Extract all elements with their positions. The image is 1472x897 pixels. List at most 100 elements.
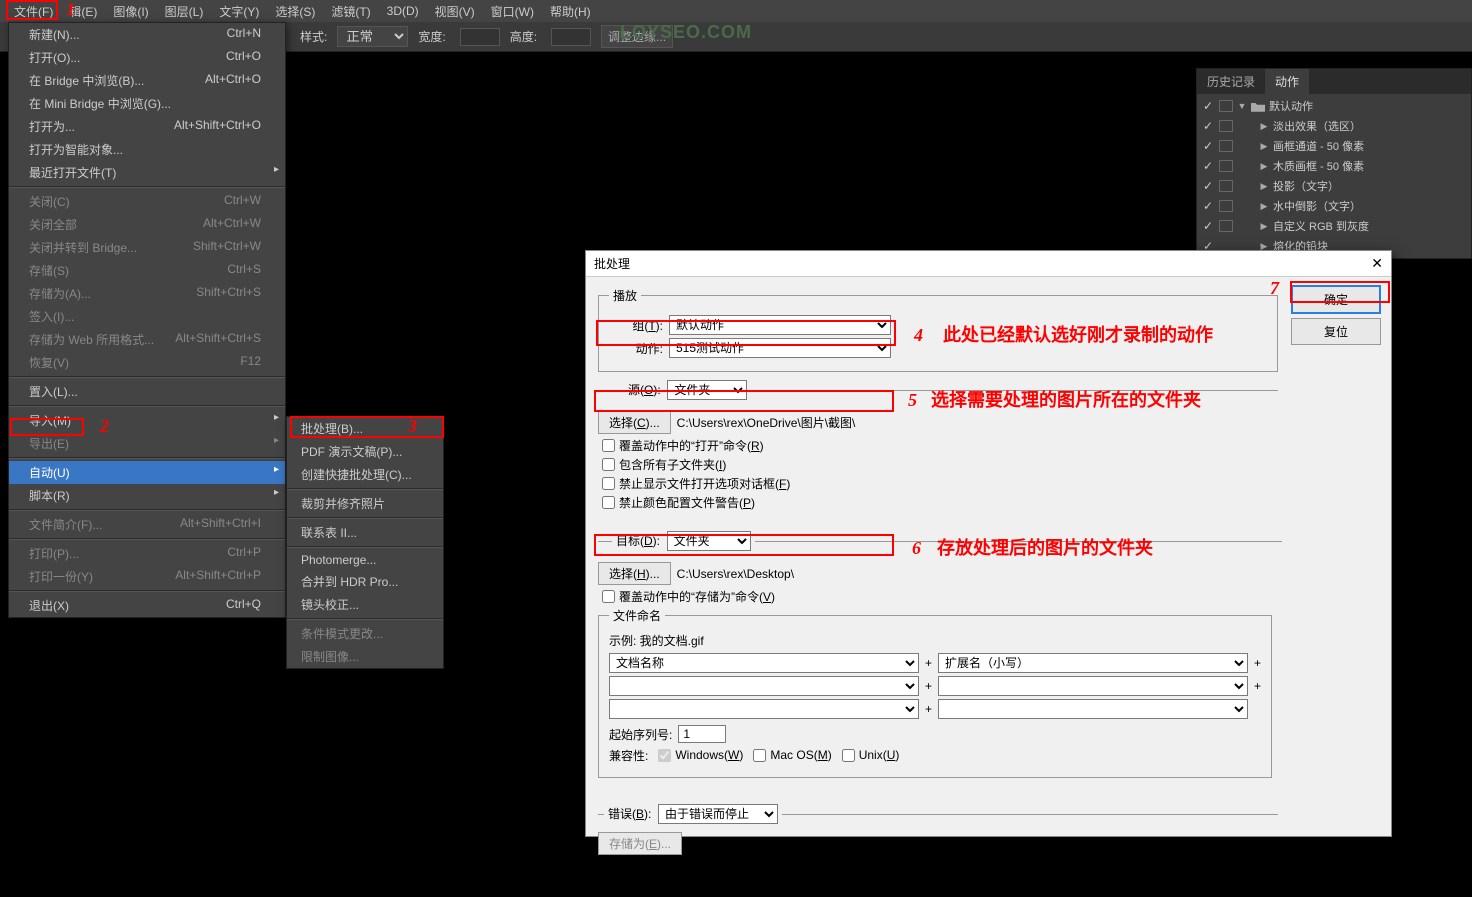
saveas-log-button: 存储为(E)...	[598, 832, 682, 855]
naming-field-1[interactable]: 文档名称	[609, 653, 919, 673]
ok-button[interactable]: 确定	[1291, 285, 1381, 314]
choose-source-button[interactable]: 选择(C)...	[598, 411, 671, 434]
sm-hdr[interactable]: 合并到 HDR Pro...	[287, 570, 443, 593]
action-select[interactable]: 515测试动作	[669, 338, 891, 358]
check-icon: ✓	[1201, 139, 1215, 153]
mi-place[interactable]: 置入(L)...	[9, 380, 285, 403]
mi-openas[interactable]: 打开为...Alt+Shift+Ctrl+O	[9, 115, 285, 138]
sm-lens[interactable]: 镜头校正...	[287, 593, 443, 616]
disclosure-icon[interactable]: ▶	[1259, 121, 1269, 132]
set-select[interactable]: 默认动作	[669, 315, 891, 335]
disclosure-icon[interactable]: ▶	[1259, 181, 1269, 192]
choose-dest-button[interactable]: 选择(H)...	[598, 562, 671, 585]
cb-macos[interactable]: Mac OS(M)	[753, 748, 831, 762]
mi-closebridge[interactable]: 关闭并转到 Bridge...Shift+Ctrl+W	[9, 236, 285, 259]
tab-actions[interactable]: 动作	[1265, 69, 1309, 94]
close-icon[interactable]: ✕	[1371, 255, 1383, 272]
mi-exit[interactable]: 退出(X)Ctrl+Q	[9, 594, 285, 617]
menu-3d[interactable]: 3D(D)	[379, 1, 427, 21]
naming-legend: 文件命名	[609, 607, 665, 624]
mi-closeall[interactable]: 关闭全部Alt+Ctrl+W	[9, 213, 285, 236]
sm-droplet[interactable]: 创建快捷批处理(C)...	[287, 463, 443, 486]
start-input[interactable]	[678, 725, 726, 743]
cb-suppress-color[interactable]: 禁止颜色配置文件警告(P)	[602, 494, 1268, 511]
sm-crop[interactable]: 裁剪并修齐照片	[287, 492, 443, 515]
menu-select[interactable]: 选择(S)	[267, 0, 323, 23]
mi-saveweb[interactable]: 存储为 Web 所用格式...Alt+Shift+Ctrl+S	[9, 328, 285, 351]
naming-group: 文件命名 示例: 我的文档.gif 文档名称+ 扩展名（小写）+ + + + 起…	[598, 607, 1272, 778]
mi-saveas[interactable]: 存储为(A)...Shift+Ctrl+S	[9, 282, 285, 305]
disclosure-icon[interactable]: ▶	[1259, 161, 1269, 172]
mi-recent[interactable]: 最近打开文件(T)	[9, 161, 285, 184]
action-row[interactable]: ✓▼默认动作	[1197, 96, 1471, 116]
sm-pdf[interactable]: PDF 演示文稿(P)...	[287, 440, 443, 463]
automate-submenu: 批处理(B)... PDF 演示文稿(P)... 创建快捷批处理(C)... 裁…	[286, 416, 444, 669]
mi-save[interactable]: 存储(S)Ctrl+S	[9, 259, 285, 282]
tab-history[interactable]: 历史记录	[1197, 69, 1265, 94]
action-row[interactable]: ✓▶自定义 RGB 到灰度	[1197, 216, 1471, 236]
mi-close[interactable]: 关闭(C)Ctrl+W	[9, 190, 285, 213]
mi-import[interactable]: 导入(M)	[9, 409, 285, 432]
disclosure-icon[interactable]: ▶	[1259, 201, 1269, 212]
reset-button[interactable]: 复位	[1291, 318, 1381, 345]
cb-windows[interactable]: Windows(W)	[658, 748, 743, 762]
naming-field-6[interactable]	[938, 699, 1248, 719]
menu-view[interactable]: 视图(V)	[427, 0, 483, 23]
mi-scripts[interactable]: 脚本(R)	[9, 484, 285, 507]
check-icon: ✓	[1201, 199, 1215, 213]
mi-new[interactable]: 新建(N)...Ctrl+N	[9, 23, 285, 46]
mi-export[interactable]: 导出(E)	[9, 432, 285, 455]
menu-window[interactable]: 窗口(W)	[483, 0, 542, 23]
sm-fit[interactable]: 限制图像...	[287, 645, 443, 668]
mi-printone[interactable]: 打印一份(Y)Alt+Shift+Ctrl+P	[9, 565, 285, 588]
mi-automate[interactable]: 自动(U)	[9, 461, 285, 484]
sm-batch[interactable]: 批处理(B)...	[287, 417, 443, 440]
disclosure-icon[interactable]: ▶	[1259, 141, 1269, 152]
sm-contact[interactable]: 联系表 II...	[287, 521, 443, 544]
separator	[9, 186, 285, 188]
dest-path: C:\Users\rex\Desktop\	[677, 567, 794, 581]
sm-photomerge[interactable]: Photomerge...	[287, 550, 443, 570]
cb-suppress-open[interactable]: 禁止显示文件打开选项对话框(F)	[602, 475, 1268, 492]
disclosure-icon[interactable]: ▼	[1237, 101, 1247, 111]
cb-override-open[interactable]: 覆盖动作中的“打开”命令(R)	[602, 437, 1268, 454]
mi-revert[interactable]: 恢复(V)F12	[9, 351, 285, 374]
naming-field-3[interactable]	[609, 676, 919, 696]
menu-file[interactable]: 文件(F)	[6, 0, 61, 23]
mi-minibridge[interactable]: 在 Mini Bridge 中浏览(G)...	[9, 92, 285, 115]
naming-field-2[interactable]: 扩展名（小写）	[938, 653, 1248, 673]
disclosure-icon[interactable]: ▶	[1259, 221, 1269, 232]
naming-field-5[interactable]	[609, 699, 919, 719]
action-row[interactable]: ✓▶淡出效果（选区）	[1197, 116, 1471, 136]
cb-unix[interactable]: Unix(U)	[842, 748, 900, 762]
mi-smart[interactable]: 打开为智能对象...	[9, 138, 285, 161]
cb-include-sub[interactable]: 包含所有子文件夹(I)	[602, 456, 1268, 473]
dest-select[interactable]: 文件夹	[667, 531, 751, 551]
dialog-title: 批处理	[594, 255, 630, 272]
style-select[interactable]: 正常	[337, 26, 408, 47]
cb-override-save[interactable]: 覆盖动作中的“存储为”命令(V)	[602, 588, 1272, 605]
mi-bridge[interactable]: 在 Bridge 中浏览(B)...Alt+Ctrl+O	[9, 69, 285, 92]
mi-fileinfo[interactable]: 文件简介(F)...Alt+Shift+Ctrl+I	[9, 513, 285, 536]
action-row[interactable]: ✓▶木质画框 - 50 像素	[1197, 156, 1471, 176]
menu-filter[interactable]: 滤镜(T)	[323, 0, 378, 23]
menu-type[interactable]: 文字(Y)	[211, 0, 267, 23]
action-row[interactable]: ✓▶水中倒影（文字）	[1197, 196, 1471, 216]
action-row[interactable]: ✓▶投影（文字）	[1197, 176, 1471, 196]
separator	[9, 509, 285, 511]
naming-field-4[interactable]	[938, 676, 1248, 696]
sm-cond[interactable]: 条件模式更改...	[287, 622, 443, 645]
source-select[interactable]: 文件夹	[667, 380, 747, 400]
menu-layer[interactable]: 图层(L)	[157, 0, 212, 23]
error-select[interactable]: 由于错误而停止	[658, 804, 778, 824]
height-input[interactable]	[551, 28, 591, 46]
width-input[interactable]	[460, 28, 500, 46]
mi-checkin[interactable]: 签入(I)...	[9, 305, 285, 328]
dialog-titlebar[interactable]: 批处理 ✕	[586, 251, 1391, 277]
action-row[interactable]: ✓▶画框通道 - 50 像素	[1197, 136, 1471, 156]
menu-image[interactable]: 图像(I)	[105, 0, 156, 23]
dest-legend: 目标(D): 文件夹	[612, 531, 755, 551]
menu-help[interactable]: 帮助(H)	[542, 0, 599, 23]
mi-open[interactable]: 打开(O)...Ctrl+O	[9, 46, 285, 69]
mi-print[interactable]: 打印(P)...Ctrl+P	[9, 542, 285, 565]
